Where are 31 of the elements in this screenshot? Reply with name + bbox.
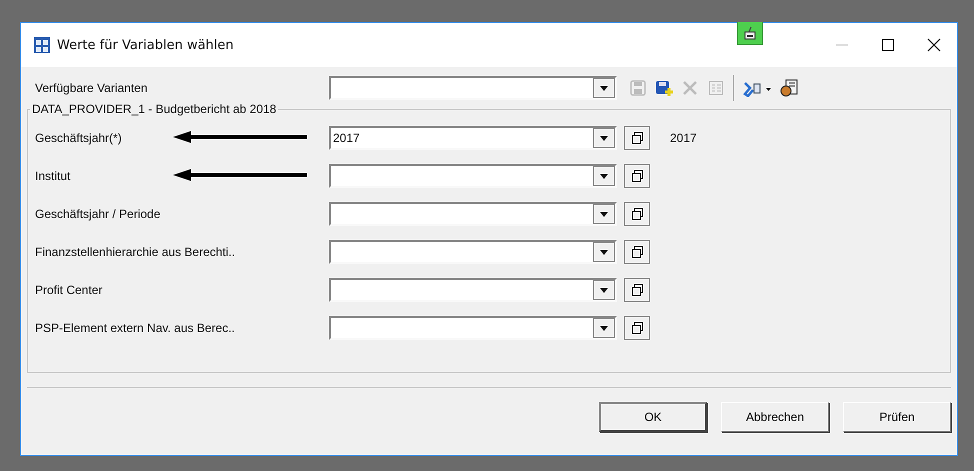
dropdown-icon[interactable] <box>593 204 615 224</box>
dialog-button[interactable]: OK <box>599 402 707 432</box>
dropdown-icon[interactable] <box>593 280 615 300</box>
group-title: DATA_PROVIDER_1 - Budgetbericht ab 2018 <box>30 102 278 116</box>
value-dropdown[interactable]: 2017 <box>329 126 617 150</box>
field-label: Geschäftsjahr / Periode <box>35 207 162 221</box>
copy-icon[interactable] <box>624 316 650 340</box>
copy-icon[interactable] <box>624 240 650 264</box>
window-title: Werte für Variablen wählen <box>57 38 234 52</box>
grid-icon <box>33 36 51 54</box>
copy-icon[interactable] <box>624 278 650 302</box>
field-label: Institut <box>35 169 72 183</box>
dialog-button[interactable]: Prüfen <box>843 402 951 432</box>
dropdown-icon[interactable] <box>593 78 615 98</box>
field-label: PSP-Element extern Nav. aus Berec.. <box>35 321 236 335</box>
dropdown-icon[interactable] <box>593 318 615 338</box>
dropdown-icon[interactable] <box>593 166 615 186</box>
pencil-tab-icon[interactable] <box>737 22 763 45</box>
copy-icon[interactable] <box>624 126 650 150</box>
dialog-button[interactable]: Abbrechen <box>721 402 829 432</box>
copy-icon[interactable] <box>624 164 650 188</box>
save-plus-icon[interactable] <box>655 79 673 97</box>
settings-panel-icon[interactable] <box>780 79 798 97</box>
dropdown-icon[interactable] <box>593 242 615 262</box>
dropdown-icon[interactable] <box>593 128 615 148</box>
value-description: 2017 <box>670 131 697 145</box>
field-label: Profit Center <box>35 283 104 297</box>
variants-label: Verfügbare Varianten <box>35 81 149 95</box>
field-label: Finanzstellenhierarchie aus Berechti.. <box>35 245 236 259</box>
copy-icon[interactable] <box>624 202 650 226</box>
field-label: Geschäftsjahr(*) <box>35 131 123 145</box>
